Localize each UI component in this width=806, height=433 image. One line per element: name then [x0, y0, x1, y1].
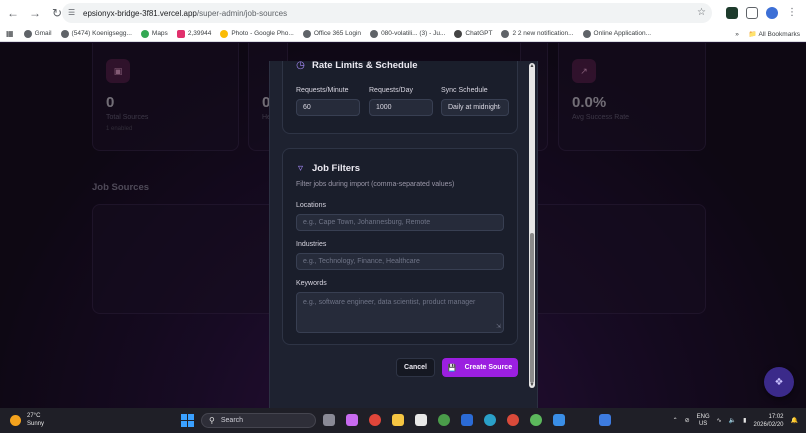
bookmark-youtube[interactable]: (5474) Koenigsegg... — [60, 29, 132, 38]
job-filters-title: ▿ Job Filters — [295, 163, 360, 174]
sync-schedule-select[interactable]: Daily at midnight ⌄ — [441, 99, 509, 116]
bookmark-star-icon[interactable]: ☆ — [697, 7, 706, 18]
clock[interactable]: 17:02 2026/02/20 — [753, 413, 783, 429]
sun-icon — [10, 414, 21, 426]
weather-widget[interactable]: 27°C Sunny — [10, 412, 44, 428]
create-source-modal: ◷ Rate Limits & Schedule Requests/Minute… — [269, 61, 538, 408]
keywords-label: Keywords — [296, 280, 327, 287]
edge-icon[interactable] — [484, 414, 496, 426]
search-icon: ⚲ — [209, 416, 215, 425]
keywords-textarea[interactable]: e.g., software engineer, data scientist,… — [296, 292, 504, 333]
locations-label: Locations — [296, 202, 326, 209]
notepad-icon[interactable] — [599, 414, 611, 426]
bookmark-notifications[interactable]: 2 2 new notification... — [501, 29, 574, 38]
bookmark-office[interactable]: Office 365 Login — [302, 29, 361, 38]
job-filters-panel: ▿ Job Filters Filter jobs during import … — [282, 148, 518, 345]
puzzle-icon[interactable] — [746, 7, 758, 19]
create-source-button[interactable]: 💾 Create Source — [442, 358, 518, 377]
scroll-thumb[interactable] — [530, 233, 534, 383]
bookmark-instagram[interactable]: 2,39944 — [176, 29, 211, 38]
industries-label: Industries — [296, 241, 327, 248]
url-host: epsionyx-bridge-3f81.vercel.app — [83, 8, 197, 18]
save-icon: 💾 — [447, 364, 457, 372]
site-info-icon[interactable]: ☰ — [68, 8, 78, 18]
bookmark-volatility[interactable]: 080-volatili... (3) - Ju... — [370, 29, 445, 38]
bookmark-chatgpt[interactable]: ChatGPT — [454, 29, 492, 38]
windows-taskbar: 27°C Sunny ⚲ Search ⌃ ⊘ ENG US ∿ 🔈 ▮ 17:… — [0, 408, 806, 433]
requests-minute-label: Requests/Minute — [296, 87, 349, 94]
extensions-area: ⋮ — [726, 3, 806, 23]
chrome-icon[interactable] — [369, 414, 381, 426]
weather-condition: Sunny — [27, 421, 45, 427]
chevron-up-icon[interactable]: ⌃ — [673, 417, 678, 424]
more-bookmarks-button[interactable]: » — [735, 31, 739, 38]
rate-limits-title: ◷ Rate Limits & Schedule — [296, 61, 418, 71]
chrome-profile2-icon[interactable] — [507, 414, 519, 426]
requests-day-label: Requests/Day — [369, 87, 413, 94]
vscode-icon[interactable] — [553, 414, 565, 426]
notifications-off-icon[interactable]: ⊘ — [685, 417, 690, 424]
forward-icon[interactable]: → — [26, 4, 44, 22]
bookmark-application[interactable]: Online Application... — [582, 29, 651, 38]
temperature: 27°C — [27, 413, 41, 419]
requests-day-input[interactable]: 1000 — [369, 99, 433, 116]
requests-minute-input[interactable]: 60 — [296, 99, 360, 116]
cancel-button[interactable]: Cancel — [396, 358, 435, 377]
task-view-icon[interactable] — [323, 414, 335, 426]
store-icon[interactable] — [415, 414, 427, 426]
battery-icon[interactable]: ▮ — [743, 417, 746, 424]
language-indicator[interactable]: ENG US — [697, 414, 710, 428]
volume-icon[interactable]: 🔈 — [729, 417, 736, 424]
chevron-down-icon: ⌄ — [496, 104, 502, 110]
address-bar[interactable]: ☰ epsionyx-bridge-3f81.vercel.app/super-… — [62, 3, 712, 23]
filter-icon: ▿ — [297, 163, 304, 174]
outlook-icon[interactable] — [461, 414, 473, 426]
bookmark-gmail[interactable]: Gmail — [23, 29, 52, 38]
profile-avatar[interactable] — [766, 7, 778, 19]
industries-input[interactable]: e.g., Technology, Finance, Healthcare — [296, 253, 504, 270]
back-icon[interactable]: ← — [4, 4, 22, 22]
apps-icon[interactable]: ▦ — [6, 29, 14, 38]
chrome-profile3-icon[interactable] — [530, 414, 542, 426]
wifi-icon[interactable]: ∿ — [717, 417, 722, 424]
url-path: /super-admin/job-sources — [196, 8, 288, 18]
modal-scroll-area: ◷ Rate Limits & Schedule Requests/Minute… — [270, 61, 529, 408]
assistant-fab-icon[interactable]: ❖ — [764, 367, 794, 397]
taskbar-search[interactable]: ⚲ Search — [201, 413, 316, 428]
notification-bell-icon[interactable]: 🔔 — [791, 417, 798, 424]
copilot-icon[interactable] — [346, 414, 358, 426]
scroll-up-icon[interactable]: ▲ — [529, 63, 535, 69]
file-explorer-icon[interactable] — [392, 414, 404, 426]
system-tray: ⌃ ⊘ ENG US ∿ 🔈 ▮ 17:02 2026/02/20 🔔 — [673, 408, 806, 433]
modal-scrollbar[interactable]: ▲ ▼ — [529, 63, 535, 388]
windows-start-icon[interactable] — [181, 414, 194, 427]
filters-hint: Filter jobs during import (comma-separat… — [296, 181, 455, 188]
locations-input[interactable]: e.g., Cape Town, Johannesburg, Remote — [296, 214, 504, 231]
bookmark-maps[interactable]: Maps — [140, 29, 168, 38]
chrome-profile-icon[interactable] — [438, 414, 450, 426]
all-bookmarks-button[interactable]: 📁 All Bookmarks — [749, 30, 800, 38]
rate-limits-panel: ◷ Rate Limits & Schedule Requests/Minute… — [282, 61, 518, 134]
resize-handle-icon[interactable]: ⇲ — [496, 323, 501, 330]
extension-icon[interactable] — [726, 7, 738, 19]
browser-toolbar: ← → ↻ ☰ epsionyx-bridge-3f81.vercel.app /… — [0, 0, 806, 26]
menu-icon[interactable]: ⋮ — [786, 7, 798, 19]
scroll-down-icon[interactable]: ▼ — [529, 382, 535, 388]
clock-icon: ◷ — [296, 61, 305, 71]
bookmarks-bar: ▦ Gmail (5474) Koenigsegg... Maps 2,3994… — [0, 26, 806, 42]
bookmark-photos[interactable]: Photo - Google Pho... — [220, 29, 294, 38]
sync-schedule-label: Sync Schedule — [441, 87, 488, 94]
page-content: ▣ 0 Total Sources 1 enabled 0 He ↗ 0.0% … — [0, 43, 806, 408]
